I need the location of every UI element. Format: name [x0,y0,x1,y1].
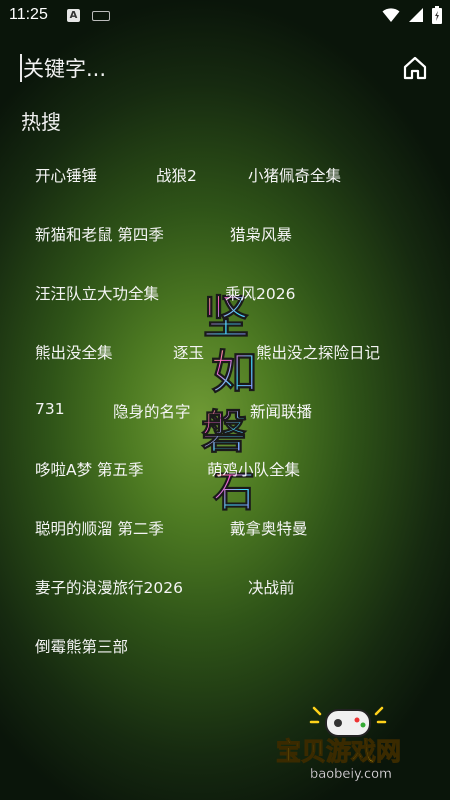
hot-search-item[interactable]: 小猪佩奇全集 [248,164,341,186]
hot-search-item[interactable]: 哆啦A梦 第五季 [35,458,144,480]
hot-search-item[interactable]: 猎枭风暴 [230,223,292,245]
hot-search-item[interactable]: 妻子的浪漫旅行2026 [35,576,183,598]
signal-icon [409,8,423,22]
keyboard-indicator-icon: A [67,9,80,22]
hot-search-item[interactable]: 乘风2026 [225,282,295,304]
wifi-icon [382,8,400,22]
watermark-brand: 宝贝游戏网 [276,737,401,766]
status-time: 11:25 [9,6,48,23]
hot-search-item[interactable]: 熊出没之探险日记 [256,341,380,363]
hot-search-item[interactable]: 倒霉熊第三部 [35,635,128,657]
watermark-domain: baobeiy.com [310,767,392,782]
keyboard-icon [92,11,110,21]
art-char-2: 如 [211,345,257,399]
art-char-3: 磐 [201,405,247,459]
hot-search-item[interactable]: 开心锤锤 [35,164,97,186]
hot-search-item[interactable]: 萌鸡小队全集 [207,458,300,480]
hot-search-item[interactable]: 731 [35,400,65,418]
hot-search-item[interactable]: 聪明的顺溜 第二季 [35,517,164,539]
hot-search-item[interactable]: 战狼2 [156,164,197,186]
search-input[interactable] [23,54,363,84]
hot-search-item[interactable]: 新猫和老鼠 第四季 [35,223,164,245]
watermark-logo: 宝贝游戏网 baobeiy.com [276,706,402,782]
text-cursor [20,54,22,82]
home-icon[interactable] [402,55,428,81]
status-icons [382,6,442,24]
hot-search-item[interactable]: 逐玉 [173,341,204,363]
hot-search-item[interactable]: 隐身的名字 [113,400,191,422]
battery-icon [432,6,442,24]
hot-search-item[interactable]: 决战前 [248,576,295,598]
hot-search-item[interactable]: 戴拿奥特曼 [230,517,308,539]
status-bar: 11:25 A [0,0,450,32]
gamepad-icon [309,706,387,737]
hot-search-item[interactable]: 新闻联播 [250,400,312,422]
hot-search-item[interactable]: 汪汪队立大功全集 [35,282,159,304]
hot-search-item[interactable]: 熊出没全集 [35,341,113,363]
section-title-hot-search: 热搜 [21,110,61,134]
